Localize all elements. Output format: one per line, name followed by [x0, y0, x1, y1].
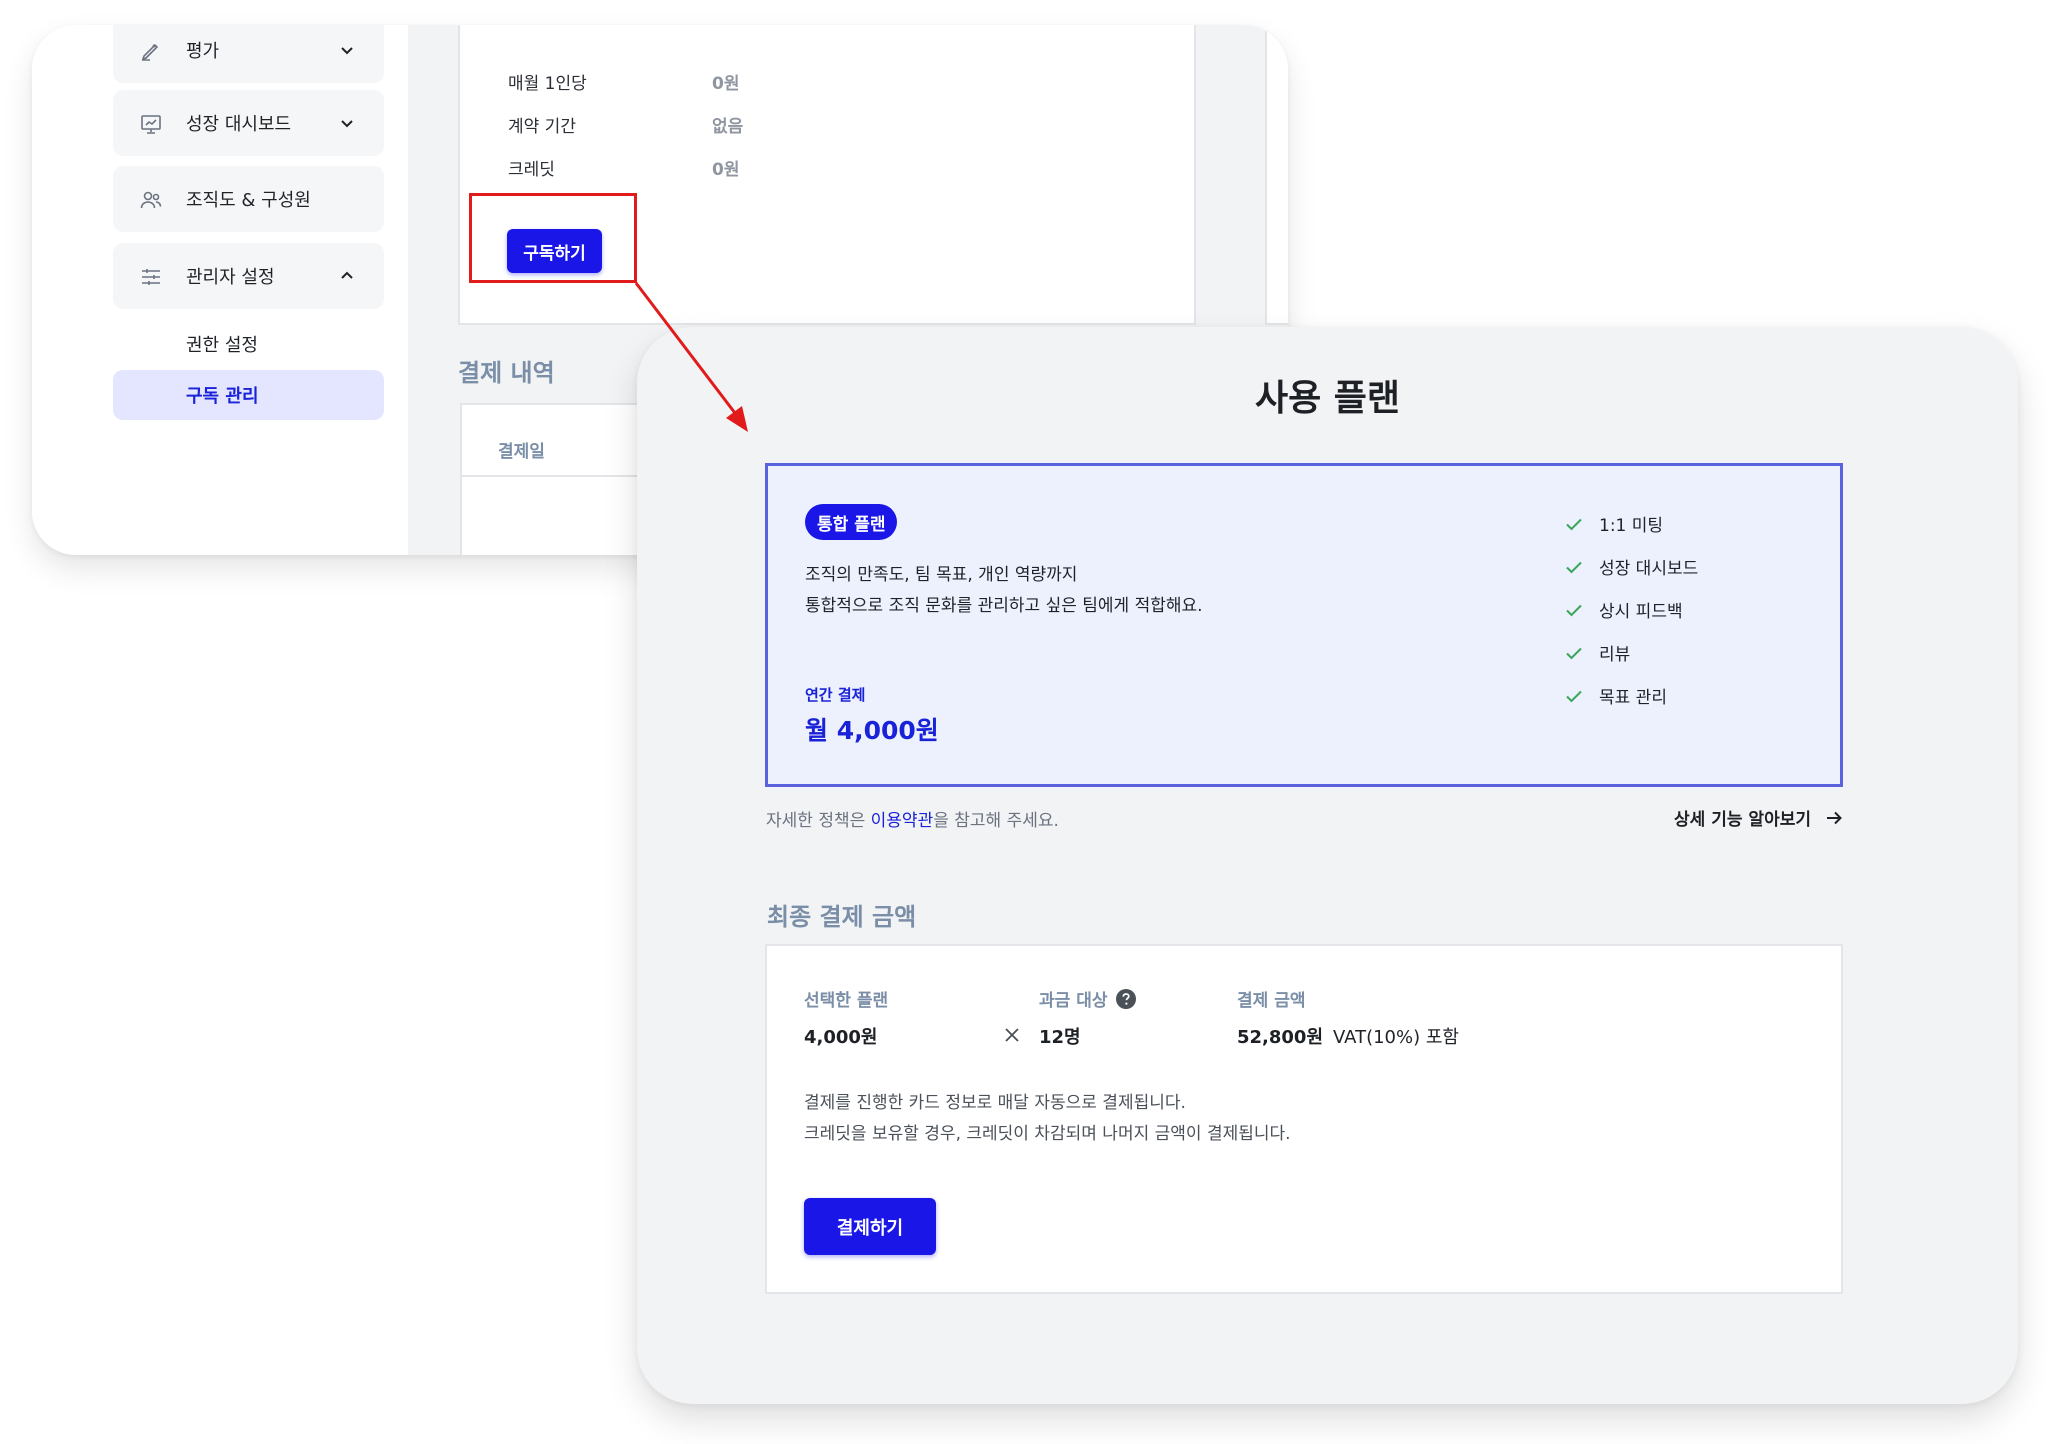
feature-item: 1:1 미팅	[1563, 502, 1698, 545]
help-icon[interactable]	[1115, 988, 1137, 1010]
final-amount-card: 선택한 플랜 4,000원 과금 대상 12명 결제 금액 52,800원 VA…	[765, 944, 1843, 1294]
kv-row-contract: 계약 기간 없음	[508, 109, 743, 139]
selected-plan-label: 선택한 플랜	[804, 991, 889, 1011]
sidebar-item-org-chart[interactable]: 조직도 & 구성원	[113, 166, 384, 232]
sidebar-item-label: 조직도 & 구성원	[186, 190, 311, 211]
feature-list: 1:1 미팅 성장 대시보드 상시 피드백 리뷰 목표 관리	[1563, 502, 1698, 717]
plan-description: 조직의 만족도, 팀 목표, 개인 역량까지 통합적으로 조직 문화를 관리하고…	[805, 560, 1203, 622]
check-icon	[1566, 604, 1582, 616]
billing-cycle-label: 연간 결제	[805, 686, 866, 704]
feature-item: 목표 관리	[1563, 674, 1698, 717]
payment-notice: 결제를 진행한 카드 정보로 매달 자동으로 결제됩니다. 크레딧을 보유할 경…	[804, 1088, 1291, 1150]
feature-label: 성장 대시보드	[1599, 559, 1699, 579]
kv-row-credit: 크레딧 0원	[508, 152, 739, 182]
pen-icon	[141, 43, 159, 61]
pay-button[interactable]: 결제하기	[804, 1198, 936, 1255]
feature-item: 성장 대시보드	[1563, 545, 1698, 588]
chevron-down-icon	[341, 47, 353, 55]
kv-key: 크레딧	[508, 159, 555, 180]
sidebar-subitem-permissions[interactable]: 권한 설정	[113, 319, 384, 369]
feature-label: 1:1 미팅	[1599, 516, 1664, 536]
check-icon	[1566, 690, 1582, 702]
arrow-right-icon	[1827, 811, 1842, 824]
front-window: 사용 플랜 통합 플랜 조직의 만족도, 팀 목표, 개인 역량까지 통합적으로…	[637, 327, 2018, 1404]
kv-row-monthly: 매월 1인당 0원	[508, 66, 739, 96]
plan-desc-line: 조직의 만족도, 팀 목표, 개인 역량까지	[805, 565, 1078, 585]
sidebar-item-label: 관리자 설정	[186, 267, 275, 288]
check-icon	[1566, 561, 1582, 573]
policy-prefix: 자세한 정책은	[766, 811, 871, 831]
selected-plan-value: 4,000원	[804, 1027, 878, 1048]
kv-key: 계약 기간	[508, 116, 576, 137]
feature-label: 리뷰	[1599, 645, 1631, 665]
kv-key: 매월 1인당	[508, 73, 587, 94]
feature-label: 목표 관리	[1599, 688, 1667, 708]
feature-details-label: 상세 기능 알아보기	[1674, 810, 1811, 830]
check-icon	[1566, 647, 1582, 659]
notice-line: 크레딧을 보유할 경우, 크레딧이 차감되며 나머지 금액이 결제됩니다.	[804, 1124, 1291, 1144]
dashboard-icon	[141, 115, 161, 134]
sidebar-subitem-subscription[interactable]: 구독 관리	[113, 370, 384, 420]
payment-amount-value: 52,800원	[1237, 1027, 1324, 1048]
final-amount-title: 최종 결제 금액	[767, 903, 917, 931]
notice-line: 결제를 진행한 카드 정보로 매달 자동으로 결제됩니다.	[804, 1093, 1186, 1113]
selected-plan-card[interactable]: 통합 플랜 조직의 만족도, 팀 목표, 개인 역량까지 통합적으로 조직 문화…	[765, 463, 1843, 787]
feature-details-link[interactable]: 상세 기능 알아보기	[1674, 805, 1845, 830]
sliders-icon	[142, 269, 160, 285]
vat-note: VAT(10%) 포함	[1333, 1027, 1459, 1048]
plan-price: 월 4,000원	[805, 716, 939, 745]
feature-item: 리뷰	[1563, 631, 1698, 674]
billing-target-label: 과금 대상	[1039, 991, 1108, 1011]
highlight-box	[469, 193, 637, 283]
policy-note: 자세한 정책은 이용약관을 참고해 주세요.	[766, 806, 1059, 831]
kv-value: 없음	[712, 116, 744, 137]
sidebar-item-label: 성장 대시보드	[186, 114, 292, 135]
users-icon	[140, 191, 162, 209]
chevron-down-icon	[341, 120, 353, 128]
chevron-up-icon	[341, 271, 353, 279]
sidebar: 평가 성장 대시보드 조직도 & 구성원 관리자 설정 권한 설정 구독 관리	[32, 25, 408, 555]
multiply-icon	[1005, 1028, 1019, 1042]
plan-desc-line: 통합적으로 조직 문화를 관리하고 싶은 팀에게 적합해요.	[805, 596, 1203, 616]
sidebar-item-evaluation[interactable]: 평가	[113, 25, 384, 83]
payment-amount-label: 결제 금액	[1237, 991, 1306, 1011]
sidebar-subitem-label: 구독 관리	[186, 386, 259, 407]
billing-target-label-wrap: 과금 대상	[1039, 986, 1137, 1011]
sidebar-item-growth-dashboard[interactable]: 성장 대시보드	[113, 90, 384, 156]
feature-item: 상시 피드백	[1563, 588, 1698, 631]
sidebar-item-admin-settings[interactable]: 관리자 설정	[113, 243, 384, 309]
sidebar-item-label: 평가	[186, 41, 220, 62]
feature-label: 상시 피드백	[1599, 602, 1683, 622]
side-card	[1265, 25, 1288, 325]
plan-badge: 통합 플랜	[805, 504, 898, 540]
payment-history-title: 결제 내역	[458, 359, 555, 387]
sidebar-subitem-label: 권한 설정	[186, 335, 258, 356]
billing-target-value: 12명	[1039, 1027, 1081, 1048]
check-icon	[1566, 518, 1582, 530]
table-header-payment-date: 결제일	[498, 442, 545, 462]
policy-suffix: 을 참고해 주세요.	[933, 811, 1059, 831]
kv-value: 0원	[712, 73, 740, 94]
kv-value: 0원	[712, 159, 740, 180]
page-title: 사용 플랜	[1254, 378, 1400, 419]
terms-link[interactable]: 이용약관	[871, 811, 934, 831]
